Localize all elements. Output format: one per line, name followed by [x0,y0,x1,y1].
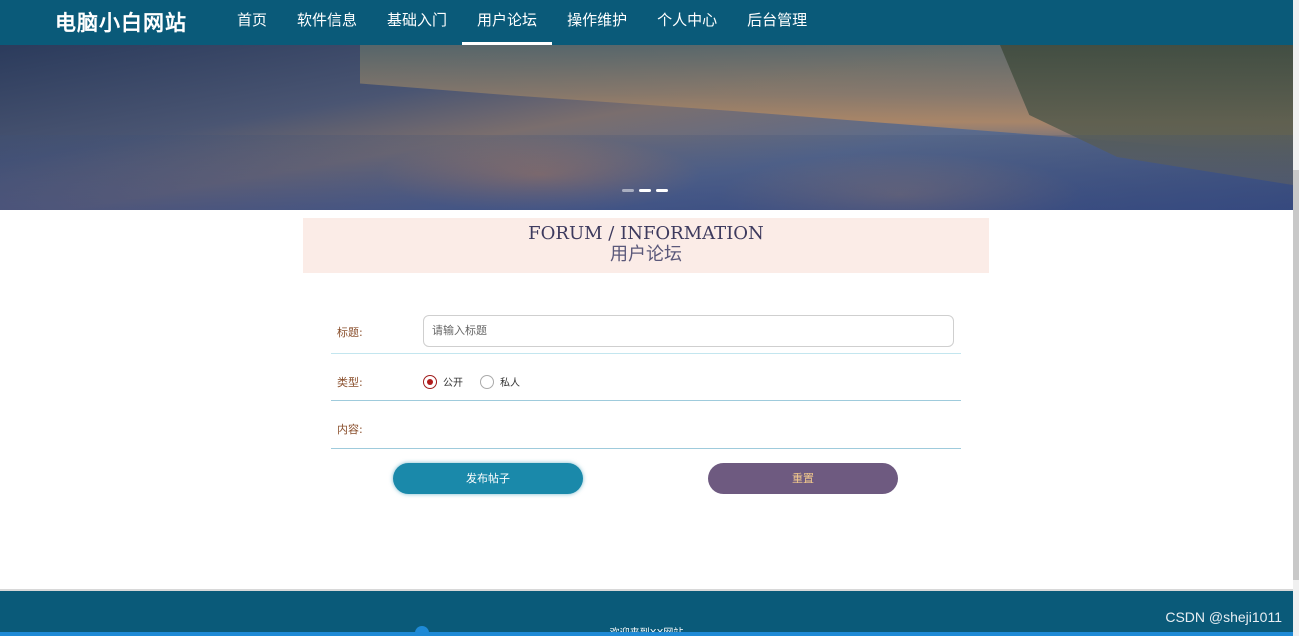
form-row-title: 标题: 请输入标题 [331,310,961,354]
section-title-cn: 用户论坛 [610,244,682,265]
carousel-indicators [622,189,668,192]
radio-public-label[interactable]: 公开 [443,374,463,389]
carousel-dot[interactable] [622,189,634,192]
top-navbar: 电脑小白网站 首页 软件信息 基础入门 用户论坛 操作维护 个人中心 后台管理 [0,0,1293,45]
footer: 欢迎来到XX网站 [0,589,1293,636]
reset-button[interactable]: 重置 [708,463,898,494]
radio-public[interactable] [423,374,437,389]
nav-item-forum[interactable]: 用户论坛 [462,0,553,45]
bottom-slider-handle[interactable] [415,626,429,636]
scrollbar-thumb[interactable] [1293,170,1299,580]
csdn-watermark: CSDN @sheji1011 [1165,609,1282,625]
form-row-type: 类型: 公开 私人 [331,364,961,401]
nav-item-software[interactable]: 软件信息 [282,0,372,45]
radio-private-label[interactable]: 私人 [500,374,520,389]
content-label: 内容: [337,423,363,436]
radio-private[interactable] [480,374,494,389]
type-label: 类型: [337,376,363,389]
carousel-dot[interactable] [639,189,651,192]
form-row-content: 内容: [331,411,961,449]
carousel-dot[interactable] [656,189,668,192]
nav-item-home[interactable]: 首页 [222,0,282,45]
main-nav: 首页 软件信息 基础入门 用户论坛 操作维护 个人中心 后台管理 [222,0,822,45]
nav-item-maintenance[interactable]: 操作维护 [552,0,642,45]
title-input[interactable]: 请输入标题 [423,315,954,347]
banner-water [0,135,1293,210]
nav-item-admin[interactable]: 后台管理 [732,0,822,45]
site-title[interactable]: 电脑小白网站 [55,7,187,37]
page-scrollbar[interactable] [1293,0,1299,636]
publish-post-button[interactable]: 发布帖子 [393,463,583,494]
section-header: FORUM / INFORMATION 用户论坛 [303,218,989,273]
hero-banner [0,45,1293,210]
nav-item-basics[interactable]: 基础入门 [372,0,462,45]
type-radio-group: 公开 私人 [423,374,537,389]
bottom-progress-line [0,632,1293,636]
section-title-en: FORUM / INFORMATION [528,223,764,244]
title-label: 标题: [337,326,363,339]
nav-item-profile[interactable]: 个人中心 [642,0,732,45]
